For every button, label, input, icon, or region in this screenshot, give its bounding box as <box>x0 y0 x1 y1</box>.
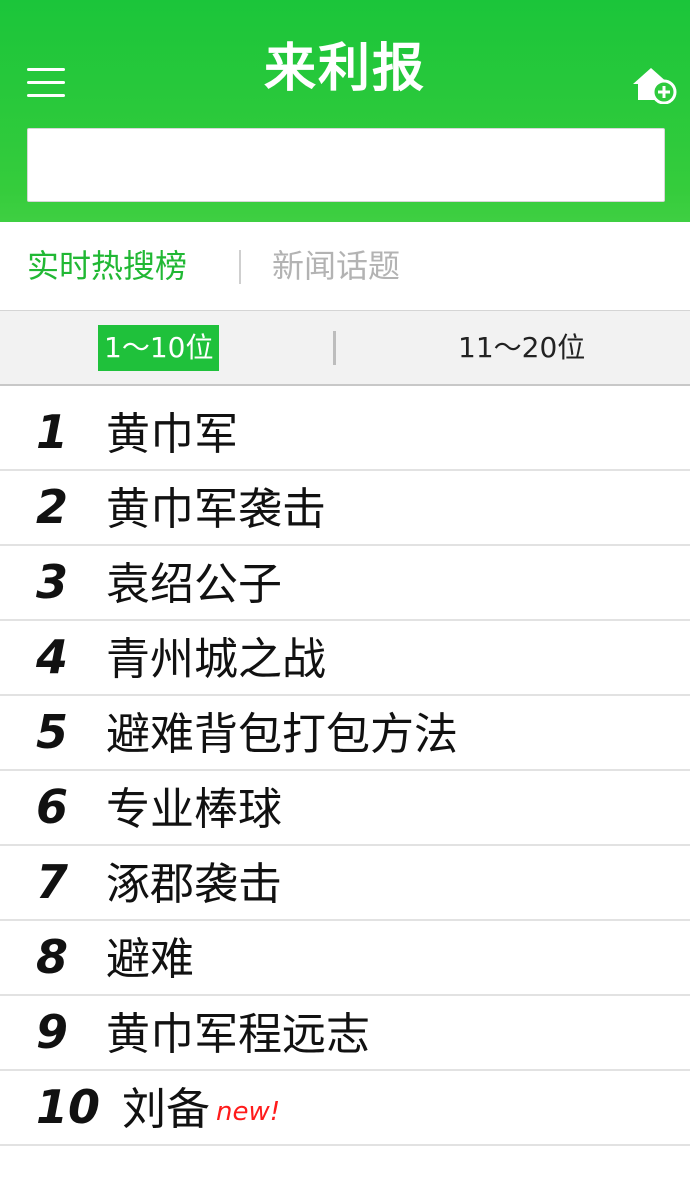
tab-news-topics[interactable]: 新闻话题 <box>272 246 400 286</box>
ranking-row[interactable]: 7 涿郡袭击 <box>0 846 690 921</box>
main-tabs: 实时热搜榜 新闻话题 <box>0 222 690 310</box>
rank-number: 4 <box>35 630 68 684</box>
rank-term[interactable]: 避难 <box>106 932 194 988</box>
home-add-icon[interactable] <box>630 64 678 105</box>
tab-range-11-20[interactable]: 11～20位 <box>452 325 591 371</box>
rank-number: 8 <box>35 930 68 984</box>
rank-term[interactable]: 袁绍公子 <box>106 557 282 613</box>
rank-term[interactable]: 专业棒球 <box>106 782 282 838</box>
range-divider <box>333 331 336 365</box>
app-header: 来利报 <box>0 0 690 222</box>
rank-number: 1 <box>35 405 68 459</box>
ranking-row[interactable]: 6 专业棒球 <box>0 771 690 846</box>
ranking-row[interactable]: 5 避难背包打包方法 <box>0 696 690 771</box>
rank-number: 6 <box>35 780 68 834</box>
ranking-row[interactable]: 1 黄巾军 <box>0 396 690 471</box>
rank-number: 3 <box>35 555 68 609</box>
rank-term[interactable]: 避难背包打包方法 <box>106 707 458 763</box>
ranking-row[interactable]: 10 刘备 new! <box>0 1071 690 1146</box>
ranking-list: 1 黄巾军 2 黄巾军袭击 3 袁绍公子 4 青州城之战 5 避难背包打包方法 … <box>0 396 690 1146</box>
bottom-spacer <box>0 1152 690 1180</box>
tab-range-1-10[interactable]: 1～10位 <box>98 325 220 371</box>
rank-term[interactable]: 黄巾军袭击 <box>106 482 326 538</box>
rank-term[interactable]: 黄巾军程远志 <box>106 1007 370 1063</box>
rank-number: 2 <box>35 480 68 534</box>
rank-number: 7 <box>35 855 68 909</box>
tab-realtime-trending[interactable]: 实时热搜榜 <box>27 246 187 286</box>
ranking-row[interactable]: 3 袁绍公子 <box>0 546 690 621</box>
ranking-row[interactable]: 4 青州城之战 <box>0 621 690 696</box>
app-title: 来利报 <box>263 39 426 99</box>
ranking-row[interactable]: 9 黄巾军程远志 <box>0 996 690 1071</box>
ranking-row[interactable]: 2 黄巾军袭击 <box>0 471 690 546</box>
rank-number: 5 <box>35 705 68 759</box>
search-field[interactable] <box>27 128 665 202</box>
rank-term[interactable]: 涿郡袭击 <box>106 857 282 913</box>
range-tabs: 1～10位 11～20位 <box>0 310 690 386</box>
search-input[interactable] <box>28 129 664 201</box>
tab-divider <box>239 250 241 284</box>
ranking-row[interactable]: 8 避难 <box>0 921 690 996</box>
rank-term-text: 刘备 <box>122 1084 210 1135</box>
rank-term[interactable]: 黄巾军 <box>106 407 238 463</box>
new-badge: new! <box>216 1097 281 1127</box>
rank-number: 9 <box>35 1005 68 1059</box>
rank-term-with-badge[interactable]: 刘备 new! <box>122 1082 280 1140</box>
rank-number: 10 <box>35 1080 100 1134</box>
rank-term[interactable]: 青州城之战 <box>106 632 326 688</box>
